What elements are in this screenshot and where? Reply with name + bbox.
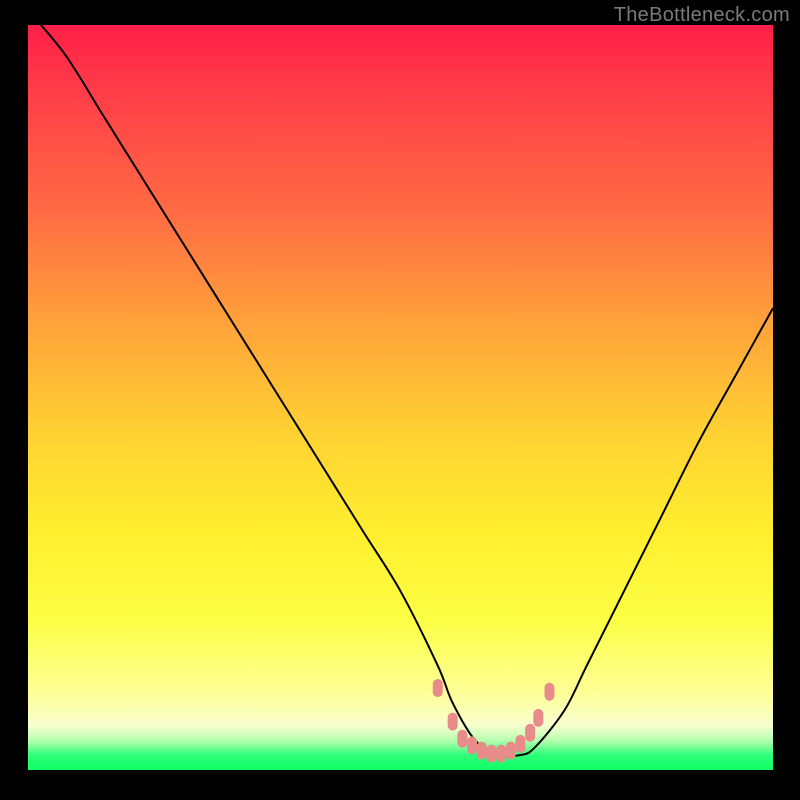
chart-frame: TheBottleneck.com [0, 0, 800, 800]
plot-area [28, 25, 773, 770]
watermark-text: TheBottleneck.com [614, 4, 790, 27]
